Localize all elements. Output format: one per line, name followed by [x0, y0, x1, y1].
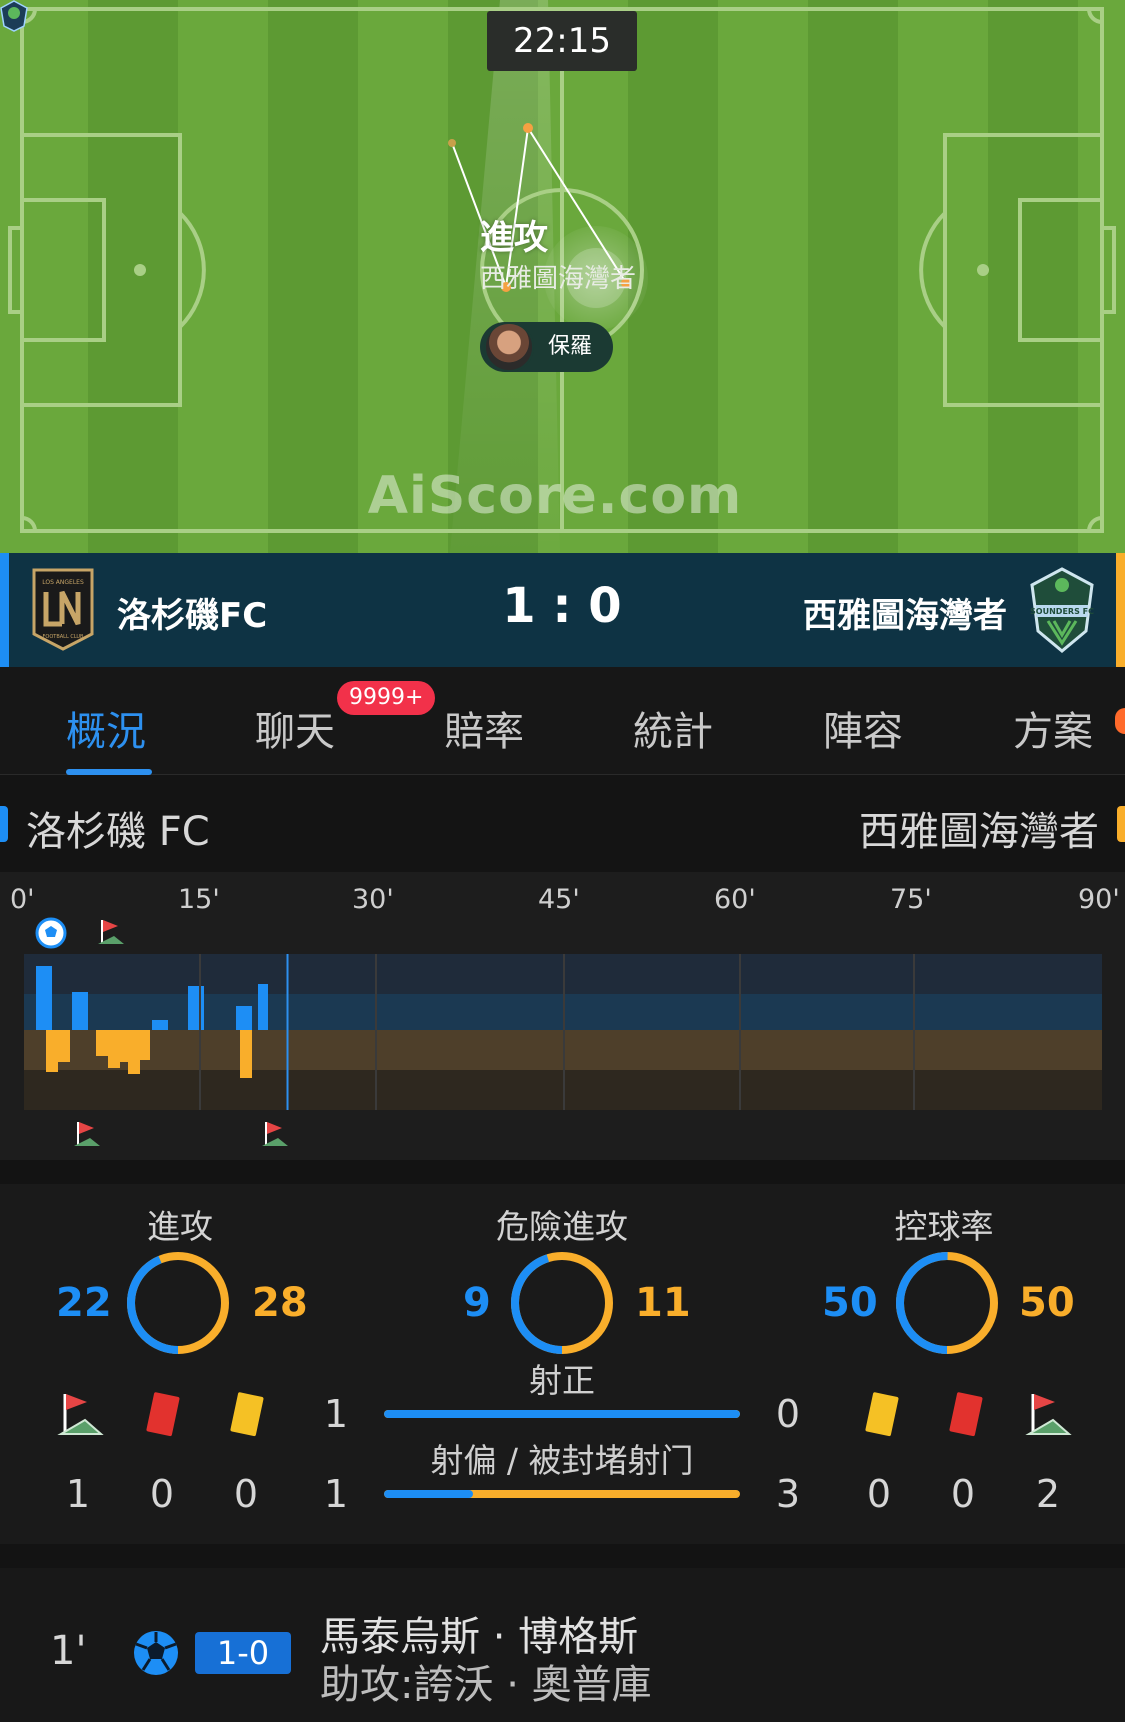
- tab-lineup[interactable]: 陣容: [823, 699, 903, 757]
- attack-away-value: 28: [252, 1280, 308, 1326]
- play-label: 進攻: [480, 218, 548, 258]
- home-team-name[interactable]: 洛杉磯FC: [117, 588, 267, 637]
- svg-text:LOS ANGELES: LOS ANGELES: [42, 579, 84, 586]
- tick-label: 15': [178, 884, 220, 915]
- stat-title-possession: 控球率: [894, 1207, 994, 1246]
- home-yellow-count: 0: [233, 1472, 259, 1516]
- away-team-mini-logo: [0, 0, 28, 32]
- pitch-view: 22:15 進攻 西雅圖海灣者 保羅 AiScore.com: [0, 0, 1125, 553]
- timeline-team-row: 洛杉磯 FC 西雅圖海灣者: [0, 775, 1125, 872]
- tick-label: 60': [714, 884, 756, 915]
- match-score: 1 : 0: [502, 578, 622, 634]
- home-red-card-icon: [146, 1392, 180, 1437]
- away-color-edge: [1116, 553, 1125, 667]
- away-yellow-count: 0: [866, 1472, 892, 1516]
- event-score-badge: 1-0: [195, 1632, 291, 1674]
- svg-text:SOUNDERS FC: SOUNDERS FC: [1030, 607, 1094, 616]
- score-header: LOS ANGELES FOOTBALL CLUB 洛杉磯FC 1 : 0 西雅…: [0, 553, 1125, 667]
- stat-title-attack: 進攻: [147, 1207, 213, 1246]
- play-team: 西雅圖海灣者: [480, 264, 637, 294]
- away-momentum-bar: [118, 1030, 130, 1062]
- possession-ring: [896, 1252, 998, 1354]
- fire-icon: [1115, 708, 1125, 734]
- away-corner-flag-icon[interactable]: [258, 1118, 292, 1152]
- home-momentum-bar: [244, 1006, 252, 1030]
- tab-stats[interactable]: 統計: [633, 699, 713, 757]
- goal-ball-icon: [134, 1631, 178, 1675]
- away-corners-count: 2: [1035, 1472, 1061, 1516]
- possession-away-value: 50: [1019, 1280, 1075, 1326]
- away-momentum-bar: [96, 1030, 108, 1056]
- off-target-home: 1: [323, 1472, 349, 1516]
- away-yellow-card-icon: [865, 1392, 899, 1437]
- home-momentum-bar: [258, 984, 268, 1030]
- player-avatar: [484, 322, 534, 372]
- momentum-chart: [24, 954, 1102, 1110]
- away-red-card-icon: [949, 1392, 983, 1437]
- dangerous-ring: [511, 1252, 613, 1354]
- home-team-logo[interactable]: LOS ANGELES FOOTBALL CLUB: [32, 568, 94, 651]
- stat-title-dangerous: 危險進攻: [496, 1207, 628, 1246]
- tick-label: 75': [890, 884, 932, 915]
- tab-plans[interactable]: 方案: [1013, 699, 1093, 757]
- home-red-count: 0: [149, 1472, 175, 1516]
- tab-chat[interactable]: 聊天: [255, 699, 335, 757]
- away-momentum-bar: [58, 1030, 70, 1062]
- on-target-home: 1: [323, 1392, 349, 1436]
- on-target-away: 0: [775, 1392, 801, 1436]
- tab-overview[interactable]: 概況: [66, 699, 146, 757]
- away-team-logo[interactable]: SOUNDERS FC: [1030, 567, 1094, 653]
- away-color-marker: [1117, 806, 1125, 842]
- away-corners-icon: [1025, 1394, 1072, 1435]
- timeline-home-name: 洛杉磯 FC: [26, 809, 210, 855]
- away-team-name[interactable]: 西雅圖海灣者: [803, 588, 1007, 637]
- off-target-title: 射偏 / 被封堵射门: [430, 1441, 694, 1480]
- home-corner-flag-icon[interactable]: [94, 916, 128, 950]
- off-target-away: 3: [775, 1472, 801, 1516]
- goal-event-row[interactable]: 1' 1-0 馬泰烏斯 · 博格斯 助攻:誇沃 · 奧普庫: [0, 1568, 1125, 1722]
- on-target-bar: [384, 1410, 740, 1418]
- goal-ball-icon[interactable]: [34, 916, 68, 950]
- off-target-bar: [384, 1490, 740, 1498]
- home-momentum-bar: [160, 1020, 168, 1030]
- attack-ring: [127, 1252, 229, 1354]
- tab-odds[interactable]: 賠率: [444, 699, 524, 757]
- watermark: AiScore.com: [367, 466, 743, 526]
- dangerous-home-value: 9: [463, 1280, 491, 1326]
- home-corners-count: 1: [65, 1472, 91, 1516]
- on-target-title: 射正: [529, 1361, 595, 1400]
- event-assist[interactable]: 助攻:誇沃 · 奧普庫: [320, 1652, 652, 1710]
- attack-home-value: 22: [56, 1280, 112, 1326]
- tick-label: 30': [352, 884, 394, 915]
- away-red-count: 0: [950, 1472, 976, 1516]
- home-corners-icon: [57, 1394, 104, 1435]
- home-yellow-card-icon: [230, 1392, 264, 1437]
- timeline-away-name: 西雅圖海灣者: [859, 809, 1099, 855]
- event-minute: 1': [50, 1628, 87, 1674]
- stats-panel: 進攻 危險進攻 控球率 22 28 9 11 50 50 射正 1 0 射偏 /…: [0, 1184, 1125, 1544]
- away-momentum-bar: [240, 1030, 252, 1078]
- momentum-timeline: 0' 15' 30' 45' 60' 75' 90': [0, 872, 1125, 1160]
- match-clock: 22:15: [487, 11, 637, 71]
- away-corner-flag-icon[interactable]: [70, 1118, 104, 1152]
- svg-text:FOOTBALL CLUB: FOOTBALL CLUB: [43, 634, 85, 640]
- home-momentum-bar: [80, 992, 88, 1030]
- tick-label: 90': [1078, 884, 1120, 915]
- chat-count-badge: 9999+: [337, 681, 436, 715]
- tab-bar: 概況 聊天 賠率 統計 陣容 方案 9999+: [0, 667, 1125, 775]
- dangerous-away-value: 11: [635, 1280, 691, 1326]
- possession-home-value: 50: [822, 1280, 878, 1326]
- home-momentum-bar: [44, 966, 52, 1030]
- away-momentum-bar: [138, 1030, 150, 1060]
- home-color-marker: [0, 806, 8, 842]
- tick-label: 45': [538, 884, 580, 915]
- home-color-edge: [0, 553, 9, 667]
- away-momentum-bar: [46, 1030, 58, 1072]
- tick-label: 0': [10, 884, 35, 915]
